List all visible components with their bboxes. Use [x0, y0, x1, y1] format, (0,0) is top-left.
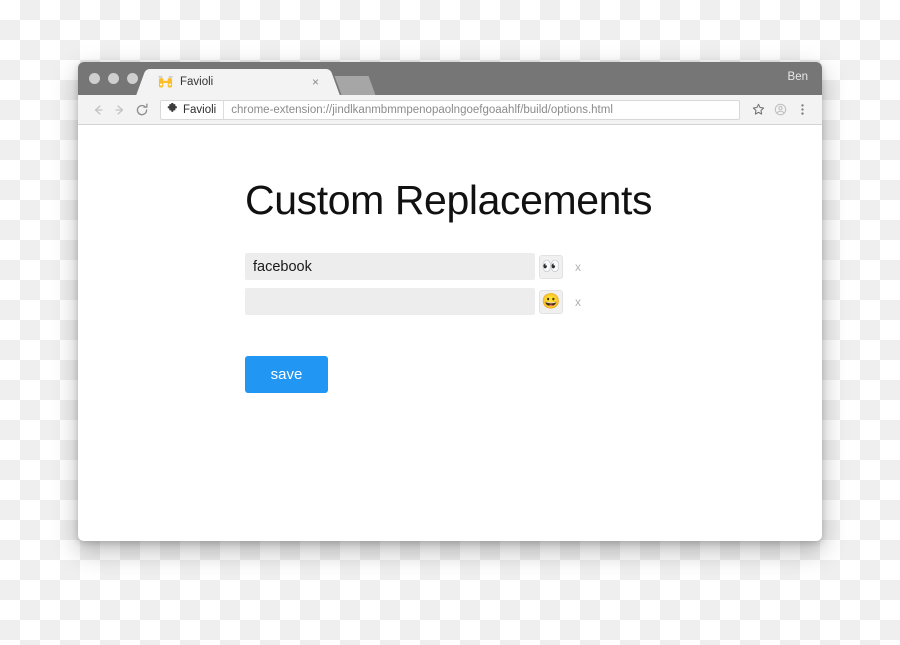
tab-favioli[interactable]: Favioli × — [148, 69, 328, 95]
browser-window: Favioli × Ben Favioli chrome-extension:/… — [78, 62, 822, 541]
replacement-row: 😀 x — [245, 288, 581, 315]
title-bar: Favioli × Ben — [78, 62, 822, 95]
traffic-lights — [89, 73, 138, 84]
replacement-keyword-input[interactable] — [245, 288, 535, 315]
profile-avatar-icon[interactable] — [769, 99, 791, 121]
grinning-face-emoji[interactable]: 😀 — [539, 289, 563, 314]
page-title: Custom Replacements — [245, 177, 653, 223]
profile-name-label[interactable]: Ben — [788, 71, 808, 83]
tab-strip: Favioli × — [148, 69, 376, 95]
reload-button[interactable] — [131, 99, 153, 121]
back-button[interactable] — [87, 99, 109, 121]
extension-badge-label: Favioli — [183, 103, 217, 116]
replacement-rows: 👀 x 😀 x — [245, 253, 581, 323]
eyes-emoji[interactable]: 👀 — [539, 254, 563, 279]
remove-row-button[interactable]: x — [575, 260, 581, 274]
new-tab-button[interactable] — [334, 76, 376, 95]
puzzle-piece-icon — [167, 101, 178, 119]
replacement-row: 👀 x — [245, 253, 581, 280]
minimize-window-button[interactable] — [108, 73, 119, 84]
close-window-button[interactable] — [89, 73, 100, 84]
browser-toolbar: Favioli chrome-extension://jindlkanmbmmp… — [78, 95, 822, 125]
maximize-window-button[interactable] — [127, 73, 138, 84]
replacement-keyword-input[interactable] — [245, 253, 535, 280]
bookmark-star-icon[interactable] — [747, 99, 769, 121]
forward-button[interactable] — [109, 99, 131, 121]
tab-close-icon[interactable]: × — [309, 74, 322, 90]
save-button[interactable]: save — [245, 356, 328, 393]
remove-row-button[interactable]: x — [575, 295, 581, 309]
extension-badge: Favioli — [167, 100, 225, 119]
address-bar[interactable]: Favioli chrome-extension://jindlkanmbmmp… — [160, 99, 740, 120]
page-content: Custom Replacements 👀 x 😀 x save — [78, 125, 822, 539]
favioli-binoculars-icon — [158, 75, 173, 89]
tab-title: Favioli — [180, 76, 214, 88]
three-dot-menu-icon[interactable] — [791, 99, 813, 121]
address-bar-url: chrome-extension://jindlkanmbmmpenopaoln… — [231, 103, 613, 116]
